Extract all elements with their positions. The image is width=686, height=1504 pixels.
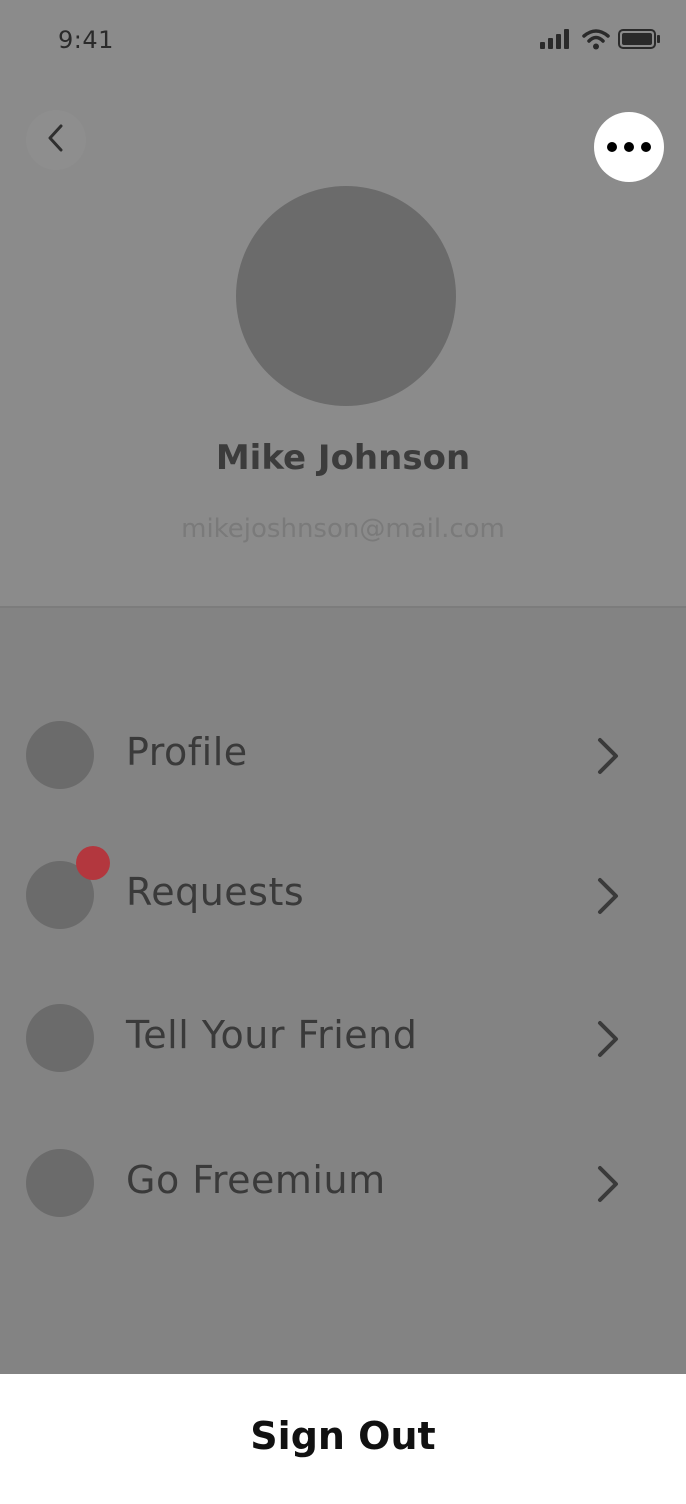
status-icons: [540, 28, 662, 54]
profile-header: 9:41 Mike Johnson mikejoshnson@mail.com: [0, 0, 686, 608]
notification-badge: [76, 846, 110, 880]
avatar: [236, 186, 456, 406]
chevron-left-icon: [46, 122, 66, 158]
menu-item-profile[interactable]: Profile: [0, 700, 686, 810]
battery-icon: [618, 28, 662, 54]
menu-item-label: Tell Your Friend: [126, 1013, 418, 1057]
profile-icon: [26, 721, 94, 789]
chevron-right-icon: [598, 738, 618, 774]
user-name: Mike Johnson: [215, 438, 471, 478]
tell-friend-icon: [26, 1004, 94, 1072]
menu-item-go-freemium[interactable]: Go Freemium: [0, 1128, 686, 1238]
freemium-icon: [26, 1149, 94, 1217]
sign-out-button[interactable]: Sign Out: [230, 1414, 455, 1458]
chevron-right-icon: [598, 1166, 618, 1202]
menu-item-tell-your-friend[interactable]: Tell Your Friend: [0, 983, 686, 1093]
more-horizontal-icon: [607, 142, 617, 152]
back-button[interactable]: [26, 110, 86, 170]
chevron-right-icon: [598, 1021, 618, 1057]
action-sheet: Sign Out: [0, 1374, 686, 1504]
menu-item-requests[interactable]: Requests: [0, 840, 686, 950]
signal-icon: [540, 29, 574, 53]
menu-item-label: Profile: [126, 730, 248, 774]
profile-screen: 9:41 Mike Johnson mikejoshnson@mail.com …: [0, 0, 686, 1504]
more-options-button[interactable]: [594, 112, 664, 182]
chevron-right-icon: [598, 878, 618, 914]
menu-item-label: Go Freemium: [126, 1158, 386, 1202]
status-time: 9:41: [58, 26, 114, 54]
wifi-icon: [582, 28, 610, 54]
user-email: mikejoshnson@mail.com: [181, 514, 505, 544]
status-bar: 9:41: [0, 0, 686, 80]
menu-item-label: Requests: [126, 870, 305, 914]
